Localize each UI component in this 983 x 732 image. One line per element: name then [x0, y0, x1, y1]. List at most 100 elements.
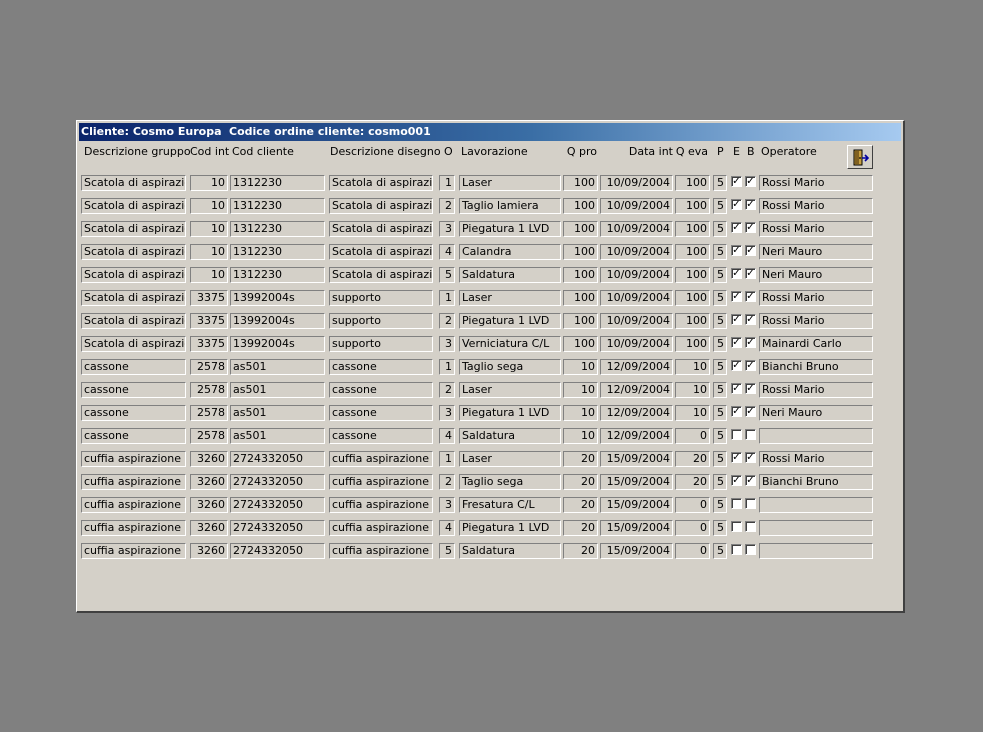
- cell-operatore[interactable]: Neri Mauro: [759, 267, 873, 283]
- cell-o[interactable]: 2: [439, 198, 455, 214]
- cell-gruppo[interactable]: Scatola di aspirazione: [81, 290, 186, 306]
- checkbox-e[interactable]: ✓: [731, 337, 742, 348]
- cell-q-eva[interactable]: 0: [675, 543, 710, 559]
- checkbox-e[interactable]: [731, 498, 742, 509]
- cell-o[interactable]: 2: [439, 313, 455, 329]
- cell-gruppo[interactable]: Scatola di aspirazione: [81, 267, 186, 283]
- cell-p[interactable]: 5: [713, 175, 727, 191]
- cell-data-int[interactable]: 15/09/2004: [600, 543, 673, 559]
- checkbox-b[interactable]: ✓: [745, 245, 756, 256]
- cell-operatore[interactable]: Rossi Mario: [759, 290, 873, 306]
- cell-cod-cliente[interactable]: 1312230: [230, 198, 325, 214]
- cell-p[interactable]: 5: [713, 543, 727, 559]
- cell-q-eva[interactable]: 0: [675, 428, 710, 444]
- cell-q-pro[interactable]: 100: [563, 336, 598, 352]
- checkbox-b[interactable]: ✓: [745, 291, 756, 302]
- cell-p[interactable]: 5: [713, 359, 727, 375]
- cell-operatore[interactable]: Neri Mauro: [759, 405, 873, 421]
- checkbox-e[interactable]: ✓: [731, 268, 742, 279]
- cell-q-eva[interactable]: 10: [675, 382, 710, 398]
- cell-o[interactable]: 1: [439, 451, 455, 467]
- cell-cod-int[interactable]: 2578: [190, 405, 228, 421]
- checkbox-e[interactable]: ✓: [731, 452, 742, 463]
- cell-p[interactable]: 5: [713, 290, 727, 306]
- cell-lavorazione[interactable]: Calandra: [459, 244, 561, 260]
- cell-lavorazione[interactable]: Taglio sega: [459, 474, 561, 490]
- cell-lavorazione[interactable]: Laser: [459, 290, 561, 306]
- cell-lavorazione[interactable]: Laser: [459, 382, 561, 398]
- cell-p[interactable]: 5: [713, 221, 727, 237]
- cell-cod-int[interactable]: 3375: [190, 336, 228, 352]
- checkbox-e[interactable]: ✓: [731, 475, 742, 486]
- exit-button[interactable]: [847, 145, 873, 169]
- cell-data-int[interactable]: 15/09/2004: [600, 520, 673, 536]
- checkbox-b[interactable]: ✓: [745, 314, 756, 325]
- cell-cod-cliente[interactable]: 13992004s: [230, 313, 325, 329]
- cell-data-int[interactable]: 10/09/2004: [600, 175, 673, 191]
- checkbox-b[interactable]: ✓: [745, 475, 756, 486]
- cell-p[interactable]: 5: [713, 382, 727, 398]
- cell-q-eva[interactable]: 0: [675, 497, 710, 513]
- cell-cod-cliente[interactable]: 2724332050: [230, 451, 325, 467]
- cell-data-int[interactable]: 10/09/2004: [600, 336, 673, 352]
- checkbox-b[interactable]: ✓: [745, 199, 756, 210]
- cell-cod-int[interactable]: 3260: [190, 474, 228, 490]
- cell-cod-cliente[interactable]: 1312230: [230, 267, 325, 283]
- cell-o[interactable]: 4: [439, 520, 455, 536]
- cell-lavorazione[interactable]: Saldatura: [459, 267, 561, 283]
- cell-disegno[interactable]: Scatola di aspirazione: [329, 267, 433, 283]
- cell-p[interactable]: 5: [713, 405, 727, 421]
- cell-lavorazione[interactable]: Saldatura: [459, 543, 561, 559]
- cell-q-pro[interactable]: 20: [563, 543, 598, 559]
- cell-gruppo[interactable]: Scatola di aspirazione: [81, 336, 186, 352]
- cell-operatore[interactable]: Rossi Mario: [759, 221, 873, 237]
- cell-disegno[interactable]: cuffia aspirazione: [329, 497, 433, 513]
- cell-q-pro[interactable]: 100: [563, 175, 598, 191]
- cell-p[interactable]: 5: [713, 198, 727, 214]
- cell-operatore[interactable]: [759, 543, 873, 559]
- cell-o[interactable]: 3: [439, 405, 455, 421]
- checkbox-b[interactable]: ✓: [745, 337, 756, 348]
- cell-disegno[interactable]: cuffia aspirazione: [329, 520, 433, 536]
- cell-data-int[interactable]: 15/09/2004: [600, 474, 673, 490]
- cell-operatore[interactable]: Bianchi Bruno: [759, 474, 873, 490]
- cell-cod-cliente[interactable]: 1312230: [230, 244, 325, 260]
- checkbox-e[interactable]: ✓: [731, 383, 742, 394]
- cell-gruppo[interactable]: Scatola di aspirazione: [81, 313, 186, 329]
- cell-q-pro[interactable]: 20: [563, 451, 598, 467]
- cell-data-int[interactable]: 12/09/2004: [600, 405, 673, 421]
- cell-cod-int[interactable]: 10: [190, 267, 228, 283]
- cell-disegno[interactable]: Scatola di aspirazione: [329, 198, 433, 214]
- checkbox-b[interactable]: ✓: [745, 222, 756, 233]
- cell-q-pro[interactable]: 100: [563, 244, 598, 260]
- cell-data-int[interactable]: 10/09/2004: [600, 221, 673, 237]
- cell-operatore[interactable]: Rossi Mario: [759, 451, 873, 467]
- cell-cod-int[interactable]: 2578: [190, 428, 228, 444]
- cell-data-int[interactable]: 15/09/2004: [600, 497, 673, 513]
- cell-o[interactable]: 2: [439, 382, 455, 398]
- cell-q-pro[interactable]: 20: [563, 497, 598, 513]
- cell-cod-int[interactable]: 10: [190, 244, 228, 260]
- cell-o[interactable]: 1: [439, 359, 455, 375]
- cell-gruppo[interactable]: Scatola di aspirazione: [81, 198, 186, 214]
- checkbox-b[interactable]: [745, 521, 756, 532]
- cell-data-int[interactable]: 12/09/2004: [600, 428, 673, 444]
- checkbox-e[interactable]: [731, 544, 742, 555]
- cell-q-pro[interactable]: 10: [563, 428, 598, 444]
- cell-gruppo[interactable]: cassone: [81, 428, 186, 444]
- cell-cod-cliente[interactable]: 1312230: [230, 175, 325, 191]
- cell-cod-int[interactable]: 2578: [190, 359, 228, 375]
- cell-o[interactable]: 3: [439, 497, 455, 513]
- cell-lavorazione[interactable]: Laser: [459, 175, 561, 191]
- cell-data-int[interactable]: 10/09/2004: [600, 313, 673, 329]
- cell-p[interactable]: 5: [713, 313, 727, 329]
- cell-disegno[interactable]: Scatola di aspirazione: [329, 175, 433, 191]
- cell-data-int[interactable]: 10/09/2004: [600, 244, 673, 260]
- cell-operatore[interactable]: [759, 520, 873, 536]
- cell-cod-cliente[interactable]: as501: [230, 405, 325, 421]
- checkbox-e[interactable]: ✓: [731, 199, 742, 210]
- cell-q-pro[interactable]: 20: [563, 474, 598, 490]
- checkbox-b[interactable]: ✓: [745, 452, 756, 463]
- cell-data-int[interactable]: 10/09/2004: [600, 198, 673, 214]
- cell-q-eva[interactable]: 100: [675, 198, 710, 214]
